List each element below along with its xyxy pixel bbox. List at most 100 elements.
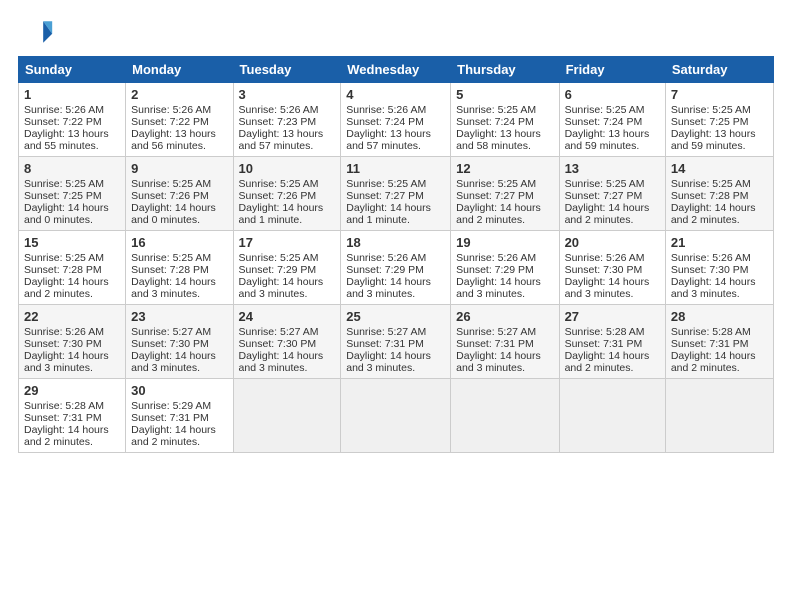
sunrise-text: Sunrise: 5:25 AM — [239, 252, 319, 264]
sunrise-text: Sunrise: 5:26 AM — [565, 252, 645, 264]
day-number: 8 — [24, 161, 120, 176]
calendar-header-wednesday: Wednesday — [341, 57, 451, 83]
calendar-cell: 24Sunrise: 5:27 AMSunset: 7:30 PMDayligh… — [233, 305, 341, 379]
sunset-text: Sunset: 7:24 PM — [565, 116, 643, 128]
sunset-text: Sunset: 7:29 PM — [456, 264, 534, 276]
calendar-cell: 13Sunrise: 5:25 AMSunset: 7:27 PMDayligh… — [559, 157, 665, 231]
calendar-cell: 23Sunrise: 5:27 AMSunset: 7:30 PMDayligh… — [126, 305, 233, 379]
daylight-text: Daylight: 14 hours and 3 minutes. — [456, 350, 541, 374]
sunset-text: Sunset: 7:31 PM — [456, 338, 534, 350]
calendar-cell: 21Sunrise: 5:26 AMSunset: 7:30 PMDayligh… — [665, 231, 773, 305]
daylight-text: Daylight: 14 hours and 0 minutes. — [131, 202, 216, 226]
calendar-cell: 28Sunrise: 5:28 AMSunset: 7:31 PMDayligh… — [665, 305, 773, 379]
daylight-text: Daylight: 13 hours and 55 minutes. — [24, 128, 109, 152]
calendar-cell: 11Sunrise: 5:25 AMSunset: 7:27 PMDayligh… — [341, 157, 451, 231]
sunrise-text: Sunrise: 5:26 AM — [24, 326, 104, 338]
daylight-text: Daylight: 14 hours and 2 minutes. — [24, 276, 109, 300]
calendar-cell: 18Sunrise: 5:26 AMSunset: 7:29 PMDayligh… — [341, 231, 451, 305]
sunrise-text: Sunrise: 5:26 AM — [456, 252, 536, 264]
sunrise-text: Sunrise: 5:25 AM — [456, 104, 536, 116]
daylight-text: Daylight: 14 hours and 3 minutes. — [456, 276, 541, 300]
day-number: 9 — [131, 161, 227, 176]
day-number: 24 — [239, 309, 336, 324]
daylight-text: Daylight: 13 hours and 58 minutes. — [456, 128, 541, 152]
day-number: 25 — [346, 309, 445, 324]
sunset-text: Sunset: 7:27 PM — [456, 190, 534, 202]
day-number: 28 — [671, 309, 768, 324]
daylight-text: Daylight: 14 hours and 3 minutes. — [131, 350, 216, 374]
day-number: 15 — [24, 235, 120, 250]
day-number: 13 — [565, 161, 660, 176]
calendar-week-row: 1Sunrise: 5:26 AMSunset: 7:22 PMDaylight… — [19, 83, 774, 157]
sunset-text: Sunset: 7:30 PM — [565, 264, 643, 276]
calendar-header-sunday: Sunday — [19, 57, 126, 83]
calendar-cell: 12Sunrise: 5:25 AMSunset: 7:27 PMDayligh… — [451, 157, 559, 231]
calendar-header-thursday: Thursday — [451, 57, 559, 83]
calendar-cell: 15 Sunrise: 5:25 AMSunset: 7:28 PMDayligh… — [19, 231, 126, 305]
calendar-header-saturday: Saturday — [665, 57, 773, 83]
sunrise-text: Sunrise: 5:25 AM — [131, 252, 211, 264]
sunrise-text: Sunrise: 5:26 AM — [346, 104, 426, 116]
day-number: 23 — [131, 309, 227, 324]
daylight-text: Daylight: 14 hours and 2 minutes. — [131, 424, 216, 448]
day-number: 12 — [456, 161, 553, 176]
calendar-header-row: SundayMondayTuesdayWednesdayThursdayFrid… — [19, 57, 774, 83]
calendar-table: SundayMondayTuesdayWednesdayThursdayFrid… — [18, 56, 774, 453]
calendar-cell: 22Sunrise: 5:26 AMSunset: 7:30 PMDayligh… — [19, 305, 126, 379]
sunset-text: Sunset: 7:25 PM — [24, 190, 102, 202]
calendar-cell: 16Sunrise: 5:25 AMSunset: 7:28 PMDayligh… — [126, 231, 233, 305]
day-number: 4 — [346, 87, 445, 102]
day-number: 20 — [565, 235, 660, 250]
daylight-text: Daylight: 14 hours and 0 minutes. — [24, 202, 109, 226]
sunrise-text: Sunrise: 5:28 AM — [671, 326, 751, 338]
logo-icon — [18, 14, 54, 50]
day-number: 30 — [131, 383, 227, 398]
sunrise-text: Sunrise: 5:26 AM — [239, 104, 319, 116]
daylight-text: Daylight: 14 hours and 1 minute. — [346, 202, 431, 226]
calendar-week-row: 22Sunrise: 5:26 AMSunset: 7:30 PMDayligh… — [19, 305, 774, 379]
sunrise-text: Sunrise: 5:26 AM — [24, 104, 104, 116]
sunset-text: Sunset: 7:23 PM — [239, 116, 317, 128]
sunset-text: Sunset: 7:30 PM — [24, 338, 102, 350]
sunrise-text: Sunrise: 5:27 AM — [456, 326, 536, 338]
sunset-text: Sunset: 7:22 PM — [131, 116, 209, 128]
calendar-cell: 17Sunrise: 5:25 AMSunset: 7:29 PMDayligh… — [233, 231, 341, 305]
calendar-cell: 14Sunrise: 5:25 AMSunset: 7:28 PMDayligh… — [665, 157, 773, 231]
daylight-text: Daylight: 13 hours and 56 minutes. — [131, 128, 216, 152]
sunset-text: Sunset: 7:30 PM — [239, 338, 317, 350]
sunrise-text: Sunrise: 5:25 AM — [24, 252, 104, 264]
daylight-text: Daylight: 14 hours and 3 minutes. — [131, 276, 216, 300]
calendar-cell: 20 Sunrise: 5:26 AMSunset: 7:30 PMDayligh… — [559, 231, 665, 305]
daylight-text: Daylight: 14 hours and 2 minutes. — [456, 202, 541, 226]
sunrise-text: Sunrise: 5:25 AM — [239, 178, 319, 190]
sunrise-text: Sunrise: 5:27 AM — [346, 326, 426, 338]
calendar-cell: 3Sunrise: 5:26 AMSunset: 7:23 PMDaylight… — [233, 83, 341, 157]
calendar-cell: 19 Sunrise: 5:26 AMSunset: 7:29 PMDayligh… — [451, 231, 559, 305]
calendar-header-monday: Monday — [126, 57, 233, 83]
calendar-cell: 9Sunrise: 5:25 AMSunset: 7:26 PMDaylight… — [126, 157, 233, 231]
sunrise-text: Sunrise: 5:25 AM — [24, 178, 104, 190]
calendar-cell: 2Sunrise: 5:26 AMSunset: 7:22 PMDaylight… — [126, 83, 233, 157]
calendar-cell: 27Sunrise: 5:28 AMSunset: 7:31 PMDayligh… — [559, 305, 665, 379]
calendar-cell: 29Sunrise: 5:28 AMSunset: 7:31 PMDayligh… — [19, 379, 126, 453]
sunrise-text: Sunrise: 5:27 AM — [131, 326, 211, 338]
sunset-text: Sunset: 7:28 PM — [24, 264, 102, 276]
calendar-cell: 5Sunrise: 5:25 AMSunset: 7:24 PMDaylight… — [451, 83, 559, 157]
sunset-text: Sunset: 7:25 PM — [671, 116, 749, 128]
calendar-header-friday: Friday — [559, 57, 665, 83]
sunset-text: Sunset: 7:31 PM — [24, 412, 102, 424]
calendar-cell: 25Sunrise: 5:27 AMSunset: 7:31 PMDayligh… — [341, 305, 451, 379]
sunset-text: Sunset: 7:27 PM — [565, 190, 643, 202]
sunrise-text: Sunrise: 5:25 AM — [565, 178, 645, 190]
sunrise-text: Sunrise: 5:25 AM — [671, 104, 751, 116]
daylight-text: Daylight: 14 hours and 3 minutes. — [565, 276, 650, 300]
day-number: 19 — [456, 235, 553, 250]
day-number: 14 — [671, 161, 768, 176]
day-number: 16 — [131, 235, 227, 250]
sunset-text: Sunset: 7:26 PM — [131, 190, 209, 202]
daylight-text: Daylight: 14 hours and 3 minutes. — [346, 276, 431, 300]
calendar-cell: 6Sunrise: 5:25 AMSunset: 7:24 PMDaylight… — [559, 83, 665, 157]
daylight-text: Daylight: 13 hours and 59 minutes. — [565, 128, 650, 152]
sunrise-text: Sunrise: 5:26 AM — [131, 104, 211, 116]
sunrise-text: Sunrise: 5:28 AM — [565, 326, 645, 338]
